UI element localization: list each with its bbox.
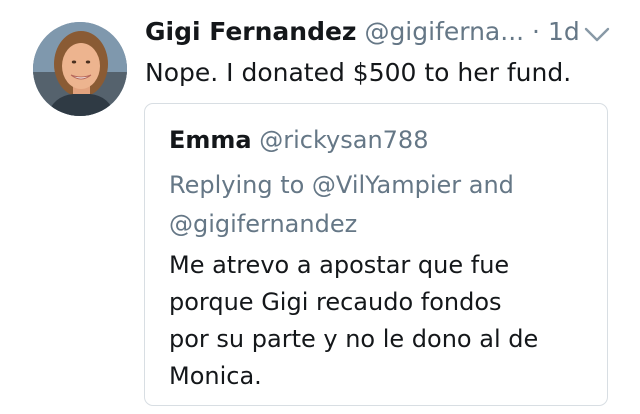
tweet-text: Nope. I donated $500 to her fund. [145,58,572,87]
quoted-text-line: Me atrevo a apostar que fue [169,251,510,279]
quoted-tweet[interactable]: Emma @rickysan788 Replying to @VilYampie… [144,103,608,406]
quoted-author-handle[interactable]: @rickysan788 [259,126,428,154]
chevron-down-icon[interactable] [582,22,612,46]
quoted-author-name[interactable]: Emma [169,126,252,154]
author-handle[interactable]: @gigiferna... [364,17,524,46]
quoted-text-line: Monica. [169,362,262,390]
quoted-text-line: por su parte y no le dono al de [169,325,539,353]
tweet-header: Gigi Fernandez @gigiferna... · 1d [145,16,580,48]
author-name[interactable]: Gigi Fernandez [145,17,356,46]
tweet-timestamp[interactable]: · 1d [532,17,580,46]
profile-photo [33,22,127,116]
quoted-text-line: porque Gigi recaudo fondos [169,288,502,316]
quoted-tweet-header: Emma @rickysan788 [169,124,428,156]
avatar[interactable] [33,22,127,116]
replying-to-line[interactable]: @gigifernandez [169,205,589,244]
replying-to: Replying to @VilYampier and @gigifernand… [169,166,589,244]
replying-to-line[interactable]: Replying to @VilYampier and [169,166,589,205]
quoted-tweet-text: Me atrevo a apostar que fue porque Gigi … [169,247,599,395]
